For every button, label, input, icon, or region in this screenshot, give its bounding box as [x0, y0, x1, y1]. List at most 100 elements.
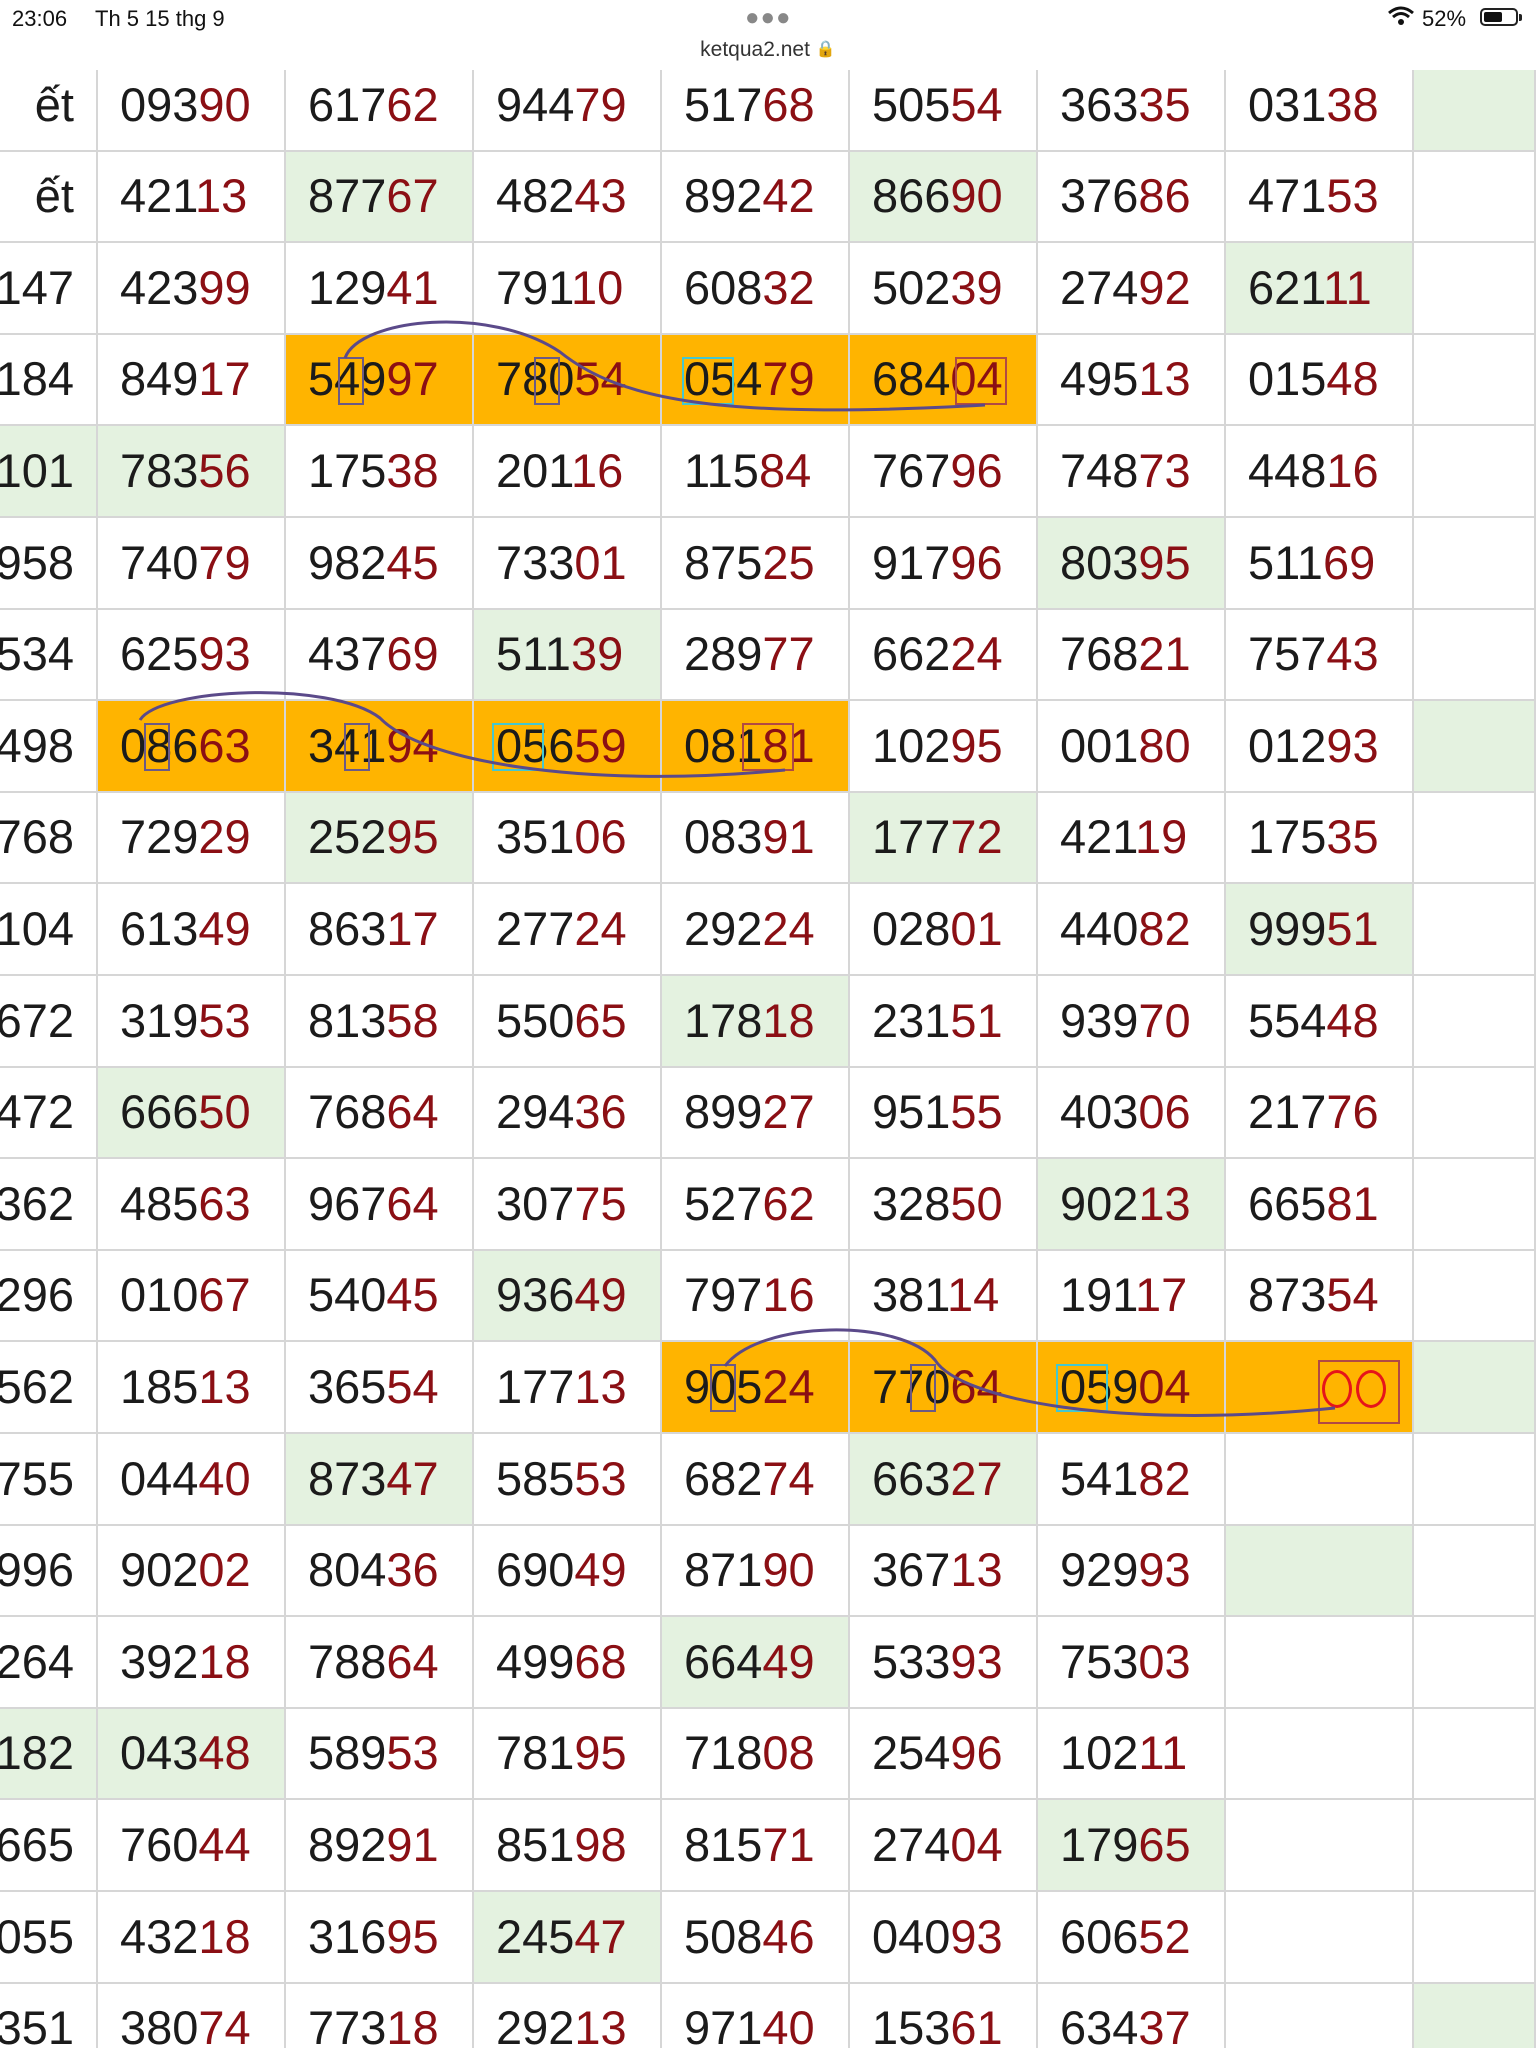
result-number: 66581	[1248, 1176, 1379, 1230]
result-cell: 17713	[474, 1342, 662, 1434]
result-number: 10295	[872, 718, 1003, 772]
result-number: 86690	[872, 169, 1003, 223]
result-number: 296	[0, 1268, 74, 1322]
result-cell: 60832	[662, 243, 850, 335]
result-cell: 23151	[850, 976, 1038, 1068]
hand-drawn-box	[710, 1364, 736, 1413]
result-number: 62111	[1248, 260, 1372, 314]
result-number: 87347	[308, 1451, 439, 1505]
partial-cell: 101	[0, 426, 98, 518]
url-bar[interactable]: ketqua2.net 🔒	[0, 38, 1536, 68]
result-cell: 50239	[850, 243, 1038, 335]
result-cell: 01293	[1226, 701, 1414, 793]
result-number: 97140	[684, 2001, 815, 2048]
result-number: 66224	[872, 627, 1003, 681]
result-number: 21776	[1248, 1085, 1379, 1139]
result-number: 87767	[308, 169, 439, 223]
result-number: 54045	[308, 1268, 439, 1322]
result-cell: 17772	[850, 792, 1038, 885]
result-number: 76864	[308, 1085, 439, 1139]
result-number: 60652	[1060, 1909, 1191, 1963]
more-dots-icon[interactable]: ●●●	[745, 4, 792, 32]
result-number: 04093	[872, 1909, 1003, 1963]
result-number: 75743	[1248, 627, 1379, 681]
result-cell: 24547	[474, 1892, 662, 1984]
result-cell: 08391	[662, 792, 850, 885]
result-cell: 94479	[474, 70, 662, 152]
result-cell	[1414, 792, 1536, 885]
partial-cell: 184	[0, 334, 98, 427]
result-cell: 10211	[1038, 1708, 1226, 1801]
result-number: 93970	[1060, 993, 1191, 1047]
result-cell: 80395	[1038, 518, 1226, 610]
result-cell: 43769	[286, 609, 474, 702]
result-number: 61762	[308, 77, 439, 131]
result-number: 98245	[308, 535, 439, 589]
hand-drawn-box	[344, 723, 370, 772]
result-cell: 92993	[1038, 1525, 1226, 1618]
result-number: 85198	[496, 1817, 627, 1871]
result-cell: 95155	[850, 1067, 1038, 1160]
status-time: 23:06	[12, 6, 68, 31]
hand-drawn-box	[1056, 1364, 1108, 1413]
result-cell: 42119	[1038, 792, 1226, 885]
result-cell: 53393	[850, 1617, 1038, 1709]
result-cell: 36713	[850, 1525, 1038, 1618]
partial-cell: 362	[0, 1159, 98, 1251]
result-cell: 39218	[98, 1617, 286, 1709]
result-number: 10211	[1060, 1726, 1188, 1780]
result-cell	[1414, 334, 1536, 427]
result-number: 40306	[1060, 1085, 1191, 1139]
partial-cell: 996	[0, 1525, 98, 1618]
result-cell: 91796	[850, 518, 1038, 610]
result-cell: 74873	[1038, 426, 1226, 518]
result-cell: 66449	[662, 1617, 850, 1709]
result-number: 55065	[496, 993, 627, 1047]
result-cell: 81571	[662, 1800, 850, 1892]
result-cell: 61762	[286, 70, 474, 152]
result-cell: 78864	[286, 1617, 474, 1709]
result-number: 71808	[684, 1726, 815, 1780]
result-cell: 68404	[850, 334, 1038, 427]
result-cell: 36554	[286, 1342, 474, 1434]
wifi-icon	[1387, 5, 1415, 33]
result-cell: 01548	[1226, 334, 1414, 427]
result-cell: 81358	[286, 976, 474, 1068]
result-number: 15361	[872, 2001, 1003, 2048]
result-number: 74079	[120, 535, 251, 589]
result-number: 562	[0, 1359, 74, 1413]
result-number: 32850	[872, 1176, 1003, 1230]
result-number: 84917	[120, 352, 251, 406]
result-cell: 18513	[98, 1342, 286, 1434]
result-cell	[1414, 1708, 1536, 1801]
result-number: 87354	[1248, 1268, 1379, 1322]
result-cell: 78195	[474, 1708, 662, 1801]
result-number: 36554	[308, 1359, 439, 1413]
result-cell: 72929	[98, 792, 286, 885]
result-number: 534	[0, 627, 74, 681]
result-cell: 04348	[98, 1708, 286, 1801]
result-number: 51169	[1248, 535, 1376, 589]
result-number: 79716	[684, 1268, 815, 1322]
result-cell: 48243	[474, 151, 662, 244]
result-cell	[1226, 1892, 1414, 1984]
status-date: Th 5 15 thg 9	[95, 6, 225, 31]
url-domain[interactable]: ketqua2.net	[700, 38, 810, 61]
result-cell: 87347	[286, 1434, 474, 1526]
result-number: 472	[0, 1085, 74, 1139]
result-number: 58953	[308, 1726, 439, 1780]
result-cell: 27404	[850, 1800, 1038, 1892]
result-number: 00180	[1060, 718, 1191, 772]
result-number: 27724	[496, 901, 627, 955]
result-number: 12941	[308, 260, 439, 314]
result-number: 24547	[496, 1909, 627, 1963]
result-number: 38114	[872, 1268, 1000, 1322]
result-number: 78054	[496, 352, 627, 406]
result-number: 77064	[872, 1359, 1003, 1413]
result-cell: 55065	[474, 976, 662, 1068]
result-cell	[1414, 70, 1536, 152]
result-cell: 12941	[286, 243, 474, 335]
result-number: 42399	[120, 260, 251, 314]
result-number: 63437	[1060, 2001, 1191, 2048]
hand-drawn-box	[682, 356, 734, 405]
